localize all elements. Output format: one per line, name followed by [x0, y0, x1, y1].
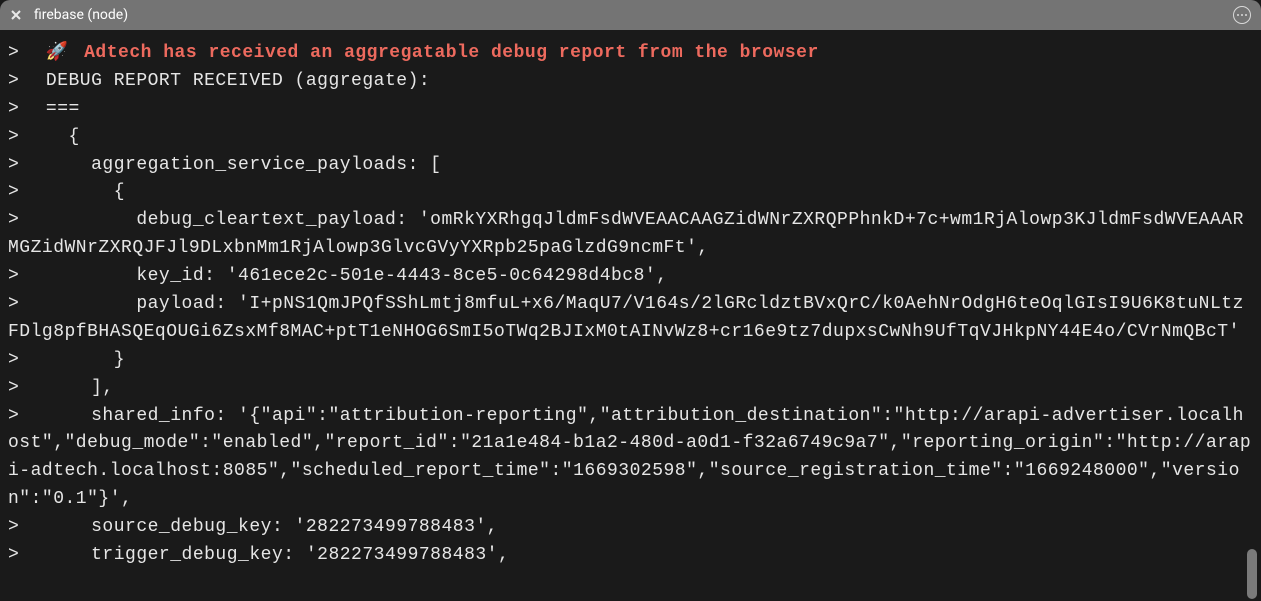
prompt-marker: >	[8, 378, 42, 398]
tab-title: firebase (node)	[34, 7, 128, 23]
terminal-text: {	[46, 127, 80, 147]
prompt-marker: >	[8, 406, 42, 426]
terminal-text: key_id: '461ece2c-501e-4443-8ce5-0c64298…	[46, 266, 668, 286]
prompt-marker: >	[8, 294, 42, 314]
terminal-line: > aggregation_service_payloads: [	[8, 152, 1253, 180]
terminal-text: ],	[46, 378, 114, 398]
prompt-marker: >	[8, 43, 42, 63]
prompt-marker: >	[8, 545, 42, 565]
highlight-message: Adtech has received an aggregatable debu…	[73, 43, 819, 63]
scrollbar-track[interactable]	[1249, 30, 1259, 601]
scrollbar-thumb[interactable]	[1247, 549, 1257, 599]
prompt-marker: >	[8, 182, 42, 202]
close-icon	[11, 10, 21, 20]
rocket-icon: 🚀	[46, 43, 69, 63]
ellipsis-icon	[1237, 14, 1247, 16]
terminal-text: trigger_debug_key: '282273499788483',	[46, 545, 509, 565]
prompt-marker: >	[8, 266, 42, 286]
terminal-text: ===	[46, 99, 80, 119]
terminal-line: > ],	[8, 375, 1253, 403]
tab-options-button[interactable]	[1233, 6, 1251, 24]
terminal-line: > ===	[8, 96, 1253, 124]
prompt-marker: >	[8, 350, 42, 370]
terminal-text: {	[46, 182, 125, 202]
prompt-marker: >	[8, 127, 42, 147]
terminal-text: aggregation_service_payloads: [	[46, 155, 442, 175]
terminal-line: > {	[8, 179, 1253, 207]
terminal-line: > trigger_debug_key: '282273499788483',	[8, 542, 1253, 570]
terminal-text: shared_info: '{"api":"attribution-report…	[8, 406, 1251, 510]
terminal-text: source_debug_key: '282273499788483',	[46, 517, 498, 537]
terminal-line: > }	[8, 347, 1253, 375]
terminal-line: > shared_info: '{"api":"attribution-repo…	[8, 403, 1253, 515]
terminal-tab-bar: firebase (node)	[0, 0, 1261, 30]
terminal-line: > 🚀 Adtech has received an aggregatable …	[8, 40, 1253, 68]
terminal-text: DEBUG REPORT RECEIVED (aggregate):	[46, 71, 430, 91]
terminal-line: > key_id: '461ece2c-501e-4443-8ce5-0c642…	[8, 263, 1253, 291]
terminal-text: debug_cleartext_payload: 'omRkYXRhgqJldm…	[8, 210, 1244, 258]
terminal-line: > debug_cleartext_payload: 'omRkYXRhgqJl…	[8, 207, 1253, 263]
prompt-marker: >	[8, 155, 42, 175]
prompt-marker: >	[8, 71, 42, 91]
close-tab-button[interactable]	[8, 7, 24, 23]
terminal-output: > 🚀 Adtech has received an aggregatable …	[0, 30, 1261, 601]
terminal-line: > DEBUG REPORT RECEIVED (aggregate):	[8, 68, 1253, 96]
terminal-text: }	[46, 350, 125, 370]
terminal-line: > {	[8, 124, 1253, 152]
terminal-text: payload: 'I+pNS1QmJPQfSShLmtj8mfuL+x6/Ma…	[8, 294, 1244, 342]
prompt-marker: >	[8, 210, 42, 230]
terminal-line: > payload: 'I+pNS1QmJPQfSShLmtj8mfuL+x6/…	[8, 291, 1253, 347]
prompt-marker: >	[8, 517, 42, 537]
prompt-marker: >	[8, 99, 42, 119]
terminal-line: > source_debug_key: '282273499788483',	[8, 514, 1253, 542]
